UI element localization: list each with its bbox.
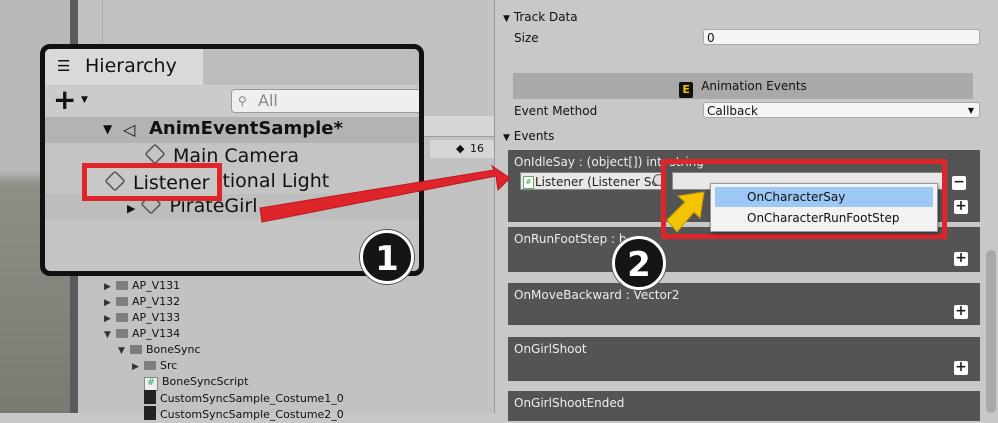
select-arrow xyxy=(666,191,705,233)
step-badge-1: 1 xyxy=(360,230,414,284)
drag-arrow xyxy=(259,164,511,223)
step-badge-2: 2 xyxy=(612,236,666,290)
annotation-arrows xyxy=(259,164,705,233)
